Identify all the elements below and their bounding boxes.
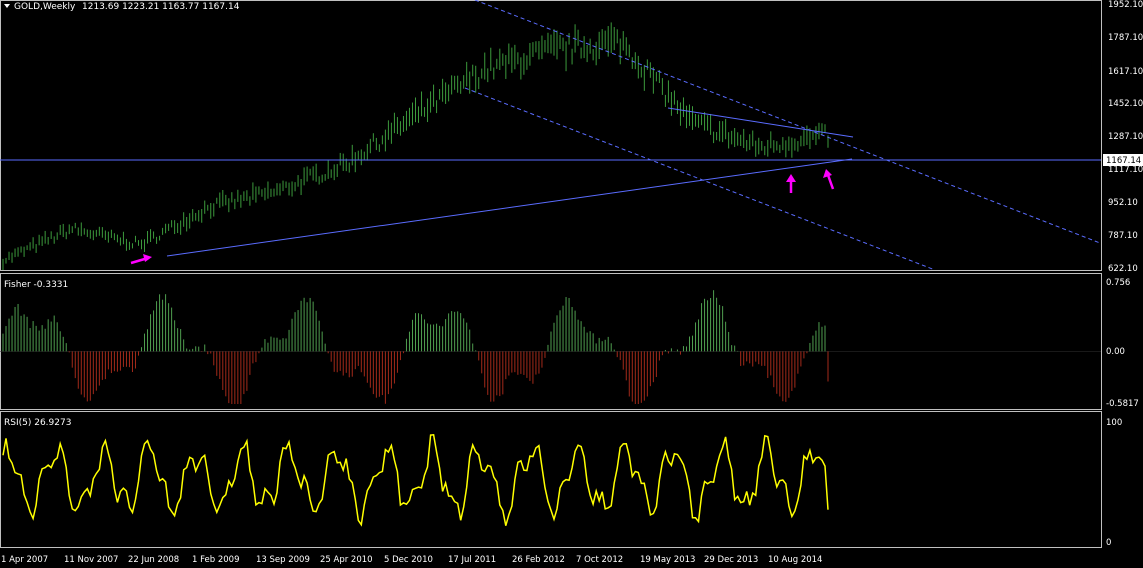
price-tick: 1287.10	[1108, 132, 1143, 142]
fisher-tick: 0.756	[1106, 278, 1130, 288]
main-header: GOLD,Weekly 1213.69 1223.21 1163.77 1167…	[4, 2, 240, 12]
price-tick: 1787.10	[1108, 33, 1143, 43]
fisher-label: Fisher -0.3331	[4, 280, 68, 290]
trading-chart[interactable]: GOLD,Weekly 1213.69 1223.21 1163.77 1167…	[0, 0, 1143, 568]
time-tick: 11 Nov 2007	[64, 555, 118, 565]
time-tick: 25 Apr 2010	[320, 555, 373, 565]
symbol-label: GOLD,Weekly	[14, 2, 76, 12]
price-tick: 1617.10	[1108, 67, 1143, 77]
price-tick: 1452.10	[1108, 99, 1143, 109]
fisher-tick: -0.5817	[1106, 399, 1139, 409]
price-axis: 1952.10 1787.10 1617.10 1452.10 1287.10 …	[1103, 0, 1143, 274]
rsi-label: RSI(5) 26.9273	[4, 418, 71, 428]
price-tick: 787.10	[1108, 231, 1138, 241]
rsi-tick: 0	[1106, 538, 1111, 548]
time-tick: 5 Dec 2010	[384, 555, 433, 565]
time-tick: 29 Dec 2013	[704, 555, 758, 565]
time-tick: 10 Aug 2014	[768, 555, 822, 565]
price-tick: 622.10	[1108, 264, 1138, 274]
chart-background	[0, 0, 1143, 568]
time-tick: 19 May 2013	[640, 555, 695, 565]
time-tick: 26 Feb 2012	[512, 555, 565, 565]
time-tick: 7 Oct 2012	[576, 555, 623, 565]
rsi-tick: 100	[1106, 418, 1122, 428]
fisher-tick: 0.00	[1106, 347, 1125, 357]
price-tick: 1952.10	[1108, 0, 1143, 10]
time-tick: 17 Jul 2011	[448, 555, 496, 565]
time-tick: 1 Feb 2009	[192, 555, 240, 565]
ohlc-values: 1213.69 1223.21 1163.77 1167.14	[82, 2, 240, 12]
time-tick: 22 Jun 2008	[128, 555, 179, 565]
time-tick: 1 Apr 2007	[1, 555, 48, 565]
time-tick: 13 Sep 2009	[256, 555, 310, 565]
price-tick: 952.10	[1108, 198, 1138, 208]
price-tick: 1117.10	[1108, 165, 1143, 175]
current-price-label: 1167.14	[1106, 156, 1141, 166]
